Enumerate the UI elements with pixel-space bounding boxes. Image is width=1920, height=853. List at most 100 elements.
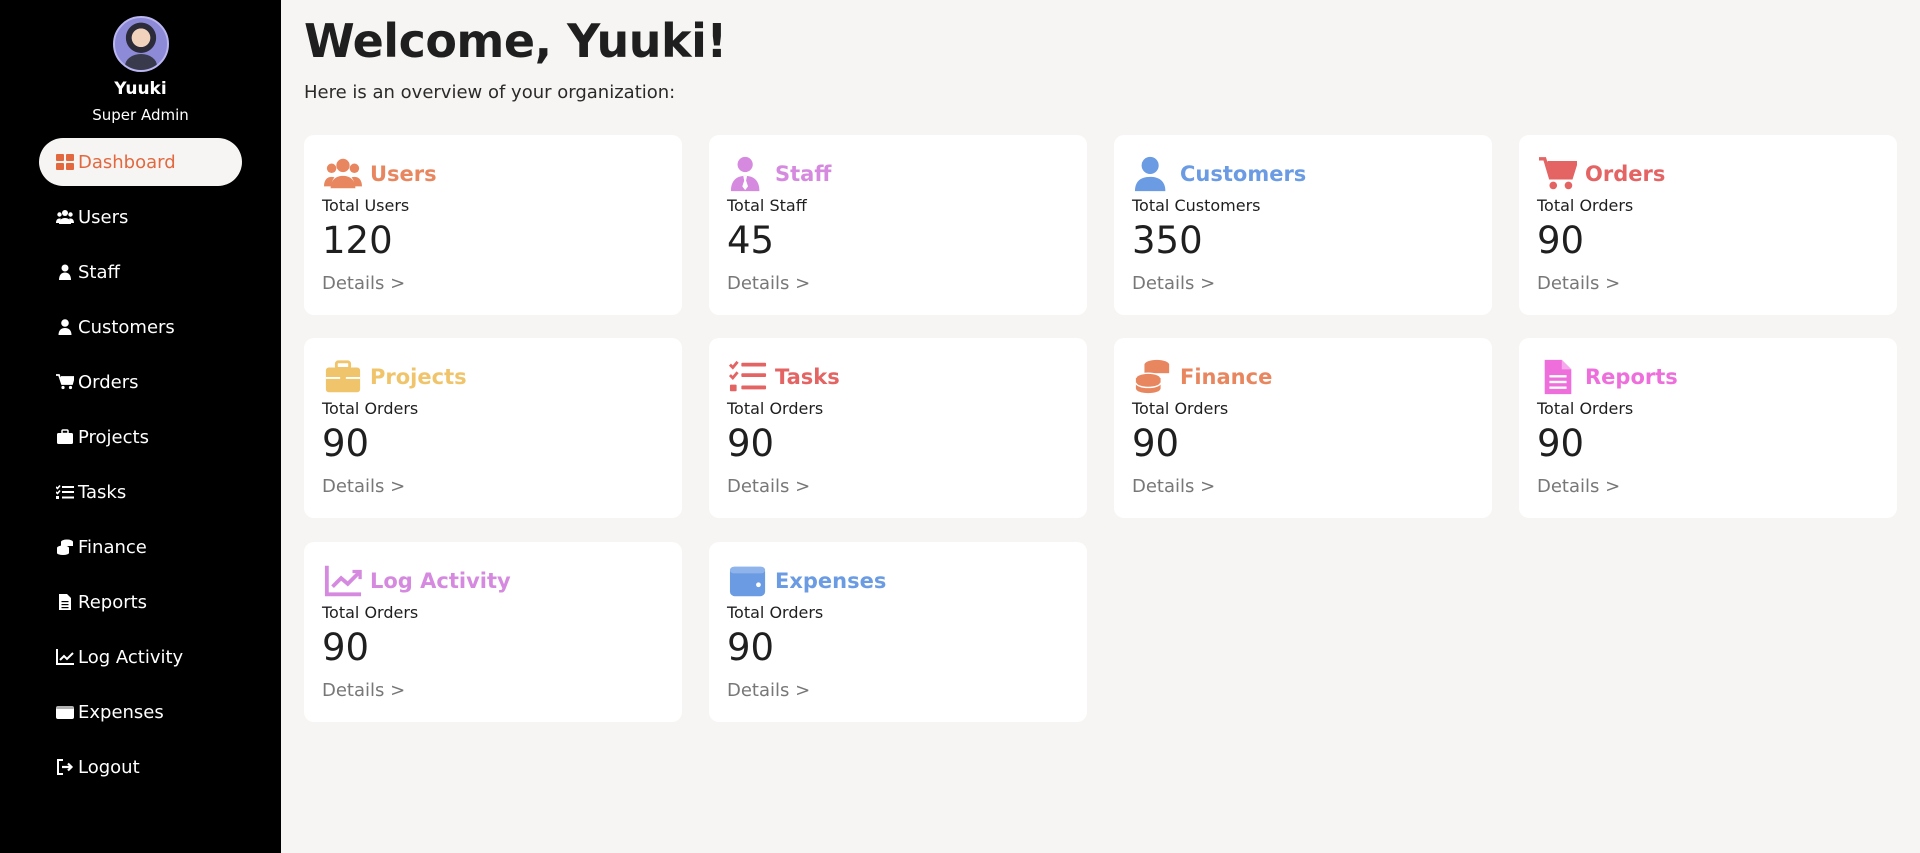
details-link[interactable]: Details > [322, 680, 405, 701]
sidebar-item-logout[interactable]: Logout [39, 743, 242, 791]
card-value: 45 [727, 219, 775, 262]
main-content: Welcome, Yuuki! Here is an overview of y… [281, 0, 1920, 853]
sidebar-item-label: Projects [78, 426, 149, 448]
details-link[interactable]: Details > [727, 273, 810, 294]
sidebar-item-customers[interactable]: Customers [39, 303, 242, 351]
briefcase-icon [56, 429, 76, 445]
card-header: Staff [727, 155, 831, 193]
card-value: 90 [322, 626, 370, 669]
avatar[interactable] [112, 16, 169, 72]
sidebar-item-tasks[interactable]: Tasks [39, 468, 242, 516]
card-title: Expenses [775, 569, 887, 593]
sidebar-item-reports[interactable]: Reports [39, 578, 242, 626]
page-subtitle: Here is an overview of your organization… [304, 82, 676, 103]
customer-icon [56, 319, 76, 335]
card-label: Total Orders [727, 399, 824, 418]
card-title: Staff [775, 162, 832, 186]
card-header: Finance [1132, 358, 1272, 396]
card-header: Customers [1132, 155, 1306, 193]
card-title: Orders [1585, 162, 1666, 186]
coins-icon [1132, 358, 1174, 396]
sidebar-item-label: Expenses [78, 701, 164, 723]
sidebar: Yuuki Super Admin Dashboard Users Staff … [0, 0, 281, 853]
users-icon [56, 209, 76, 225]
sidebar-item-staff[interactable]: Staff [39, 248, 242, 296]
details-link[interactable]: Details > [1537, 273, 1620, 294]
card-customers: Customers Total Customers 350 Details > [1114, 135, 1492, 315]
card-value: 90 [1132, 422, 1180, 465]
sidebar-item-dashboard[interactable]: Dashboard [39, 138, 242, 186]
sidebar-item-label: Orders [78, 371, 139, 393]
card-header: Reports [1537, 358, 1678, 396]
report-icon [1537, 358, 1579, 396]
card-value: 90 [727, 422, 775, 465]
card-title: Reports [1585, 365, 1678, 389]
sidebar-nav: Dashboard Users Staff Customers Orders P… [0, 138, 281, 791]
dashboard-icon [56, 154, 76, 170]
card-value: 350 [1132, 219, 1203, 262]
cart-icon [56, 374, 76, 390]
card-tasks: Tasks Total Orders 90 Details > [709, 338, 1087, 518]
card-value: 90 [322, 422, 370, 465]
card-staff: Staff Total Staff 45 Details > [709, 135, 1087, 315]
sidebar-item-label: Logout [78, 756, 140, 778]
card-header: Projects [322, 358, 467, 396]
card-label: Total Staff [727, 196, 807, 215]
wallet-icon [56, 704, 76, 720]
card-header: Users [322, 155, 437, 193]
card-users: Users Total Users 120 Details > [304, 135, 682, 315]
staff-icon [727, 155, 769, 193]
chart-line-icon [56, 649, 76, 665]
card-label: Total Orders [1537, 196, 1634, 215]
card-label: Total Orders [1537, 399, 1634, 418]
sidebar-item-projects[interactable]: Projects [39, 413, 242, 461]
card-header: Expenses [727, 562, 886, 600]
details-link[interactable]: Details > [1132, 273, 1215, 294]
report-icon [56, 594, 76, 610]
sidebar-item-users[interactable]: Users [39, 193, 242, 241]
page-title: Welcome, Yuuki! [304, 14, 727, 68]
card-header: Orders [1537, 155, 1665, 193]
card-title: Users [370, 162, 437, 186]
sidebar-item-label: Customers [78, 316, 175, 338]
user-role: Super Admin [92, 106, 189, 124]
card-label: Total Orders [727, 603, 824, 622]
tasks-icon [56, 484, 76, 500]
card-finance: Finance Total Orders 90 Details > [1114, 338, 1492, 518]
card-log-activity: Log Activity Total Orders 90 Details > [304, 542, 682, 722]
card-header: Tasks [727, 358, 840, 396]
details-link[interactable]: Details > [1132, 476, 1215, 497]
card-title: Tasks [775, 365, 840, 389]
card-value: 90 [1537, 219, 1585, 262]
card-title: Projects [370, 365, 467, 389]
card-reports: Reports Total Orders 90 Details > [1519, 338, 1897, 518]
chart-line-icon [322, 562, 364, 600]
card-label: Total Customers [1132, 196, 1261, 215]
sidebar-item-label: Finance [78, 536, 147, 558]
details-link[interactable]: Details > [727, 476, 810, 497]
card-value: 90 [727, 626, 775, 669]
sidebar-item-expenses[interactable]: Expenses [39, 688, 242, 736]
card-title: Customers [1180, 162, 1307, 186]
briefcase-icon [322, 358, 364, 396]
card-title: Log Activity [370, 569, 511, 593]
tasks-icon [727, 358, 769, 396]
sidebar-item-label: Log Activity [78, 646, 184, 668]
details-link[interactable]: Details > [727, 680, 810, 701]
staff-icon [56, 264, 76, 280]
sidebar-item-label: Staff [78, 261, 120, 283]
sidebar-item-label: Reports [78, 591, 148, 613]
sidebar-item-finance[interactable]: Finance [39, 523, 242, 571]
card-title: Finance [1180, 365, 1273, 389]
sidebar-item-orders[interactable]: Orders [39, 358, 242, 406]
card-header: Log Activity [322, 562, 511, 600]
sidebar-item-label: Users [78, 206, 129, 228]
card-label: Total Orders [322, 399, 419, 418]
card-label: Total Orders [1132, 399, 1229, 418]
sidebar-item-log-activity[interactable]: Log Activity [39, 633, 242, 681]
details-link[interactable]: Details > [322, 476, 405, 497]
details-link[interactable]: Details > [322, 273, 405, 294]
user-name: Yuuki [114, 79, 167, 99]
customer-icon [1132, 155, 1174, 193]
details-link[interactable]: Details > [1537, 476, 1620, 497]
